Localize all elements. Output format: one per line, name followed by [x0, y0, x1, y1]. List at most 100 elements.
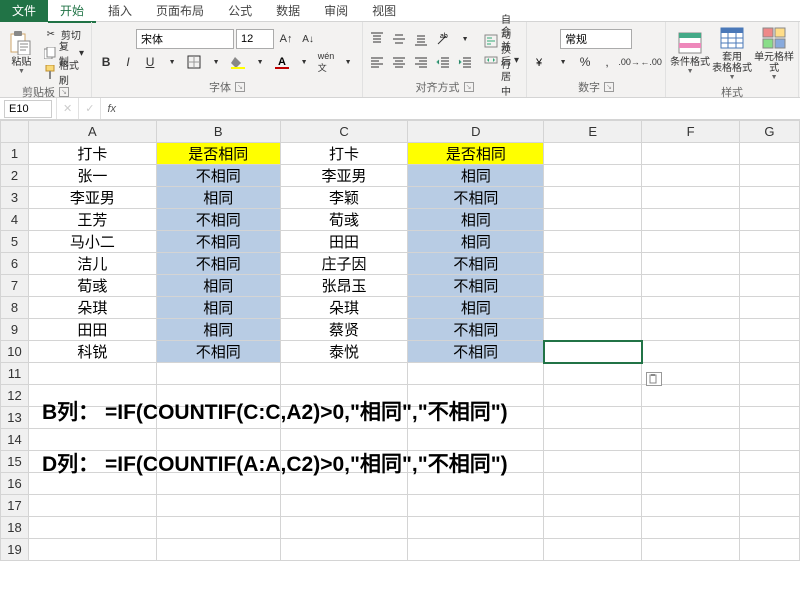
- cell[interactable]: 泰悦: [280, 341, 408, 363]
- cell[interactable]: 是否相同: [408, 143, 544, 165]
- select-all-corner[interactable]: [1, 121, 29, 143]
- cell[interactable]: 不相同: [156, 209, 280, 231]
- cell[interactable]: [280, 517, 408, 539]
- cell[interactable]: [544, 319, 642, 341]
- cell[interactable]: [544, 539, 642, 561]
- cell[interactable]: [642, 473, 740, 495]
- cell[interactable]: [156, 539, 280, 561]
- cell[interactable]: [408, 539, 544, 561]
- cancel-icon[interactable]: ✕: [56, 98, 78, 119]
- column-header[interactable]: G: [739, 121, 799, 143]
- cell[interactable]: 李亚男: [28, 187, 156, 209]
- column-header[interactable]: F: [642, 121, 740, 143]
- cell[interactable]: 洁儿: [28, 253, 156, 275]
- chevron-down-icon[interactable]: ▼: [250, 52, 270, 72]
- row-header[interactable]: 17: [1, 495, 29, 517]
- cell[interactable]: [544, 187, 642, 209]
- chevron-down-icon[interactable]: ▼: [455, 29, 475, 49]
- cell[interactable]: 相同: [408, 297, 544, 319]
- cell[interactable]: [739, 473, 799, 495]
- cell[interactable]: 相同: [156, 187, 280, 209]
- cell[interactable]: 朵琪: [280, 297, 408, 319]
- cell[interactable]: [28, 517, 156, 539]
- merge-center-button[interactable]: 合并后居中▾: [481, 51, 522, 69]
- cell[interactable]: [642, 495, 740, 517]
- row-header[interactable]: 15: [1, 451, 29, 473]
- align-top-icon[interactable]: [367, 29, 387, 49]
- column-header[interactable]: C: [280, 121, 408, 143]
- align-bottom-icon[interactable]: [411, 29, 431, 49]
- cell[interactable]: [739, 165, 799, 187]
- cell[interactable]: [544, 517, 642, 539]
- underline-button[interactable]: U: [140, 52, 160, 72]
- cell[interactable]: [408, 517, 544, 539]
- tab-file[interactable]: 文件: [0, 0, 48, 22]
- tab-0[interactable]: 开始: [48, 1, 96, 23]
- cell[interactable]: 庄子因: [280, 253, 408, 275]
- chevron-down-icon[interactable]: ▼: [206, 52, 226, 72]
- cell[interactable]: [642, 385, 740, 407]
- cell[interactable]: [642, 253, 740, 275]
- column-header[interactable]: D: [408, 121, 544, 143]
- cell[interactable]: [739, 341, 799, 363]
- chevron-down-icon[interactable]: ▼: [294, 52, 314, 72]
- cell[interactable]: [28, 495, 156, 517]
- cell[interactable]: [739, 297, 799, 319]
- row-header[interactable]: 7: [1, 275, 29, 297]
- cell[interactable]: [642, 539, 740, 561]
- cell[interactable]: 不相同: [408, 253, 544, 275]
- align-middle-icon[interactable]: [389, 29, 409, 49]
- cell[interactable]: 不相同: [156, 341, 280, 363]
- cell[interactable]: [642, 341, 740, 363]
- cell[interactable]: 打卡: [280, 143, 408, 165]
- phonetic-button[interactable]: wén文: [316, 52, 336, 72]
- indent-increase-icon[interactable]: [455, 52, 475, 72]
- cell[interactable]: [544, 495, 642, 517]
- tab-1[interactable]: 插入: [96, 1, 144, 21]
- cell[interactable]: [642, 517, 740, 539]
- indent-decrease-icon[interactable]: [433, 52, 453, 72]
- row-header[interactable]: 2: [1, 165, 29, 187]
- cell[interactable]: [642, 209, 740, 231]
- cell[interactable]: [739, 385, 799, 407]
- cell[interactable]: 王芳: [28, 209, 156, 231]
- cell[interactable]: [544, 341, 642, 363]
- cell[interactable]: 不相同: [408, 187, 544, 209]
- cell[interactable]: [280, 363, 408, 385]
- cell[interactable]: 科锐: [28, 341, 156, 363]
- align-left-icon[interactable]: [367, 52, 387, 72]
- cell[interactable]: 马小二: [28, 231, 156, 253]
- font-size-input[interactable]: [236, 29, 274, 49]
- row-header[interactable]: 16: [1, 473, 29, 495]
- chevron-down-icon[interactable]: ▼: [162, 52, 182, 72]
- table-format-button[interactable]: 套用 表格格式▼: [712, 24, 752, 82]
- cell[interactable]: 不相同: [156, 231, 280, 253]
- align-right-icon[interactable]: [411, 52, 431, 72]
- row-header[interactable]: 8: [1, 297, 29, 319]
- cell[interactable]: [642, 165, 740, 187]
- cell[interactable]: [739, 407, 799, 429]
- formula-input[interactable]: [122, 100, 800, 118]
- cell[interactable]: 相同: [408, 209, 544, 231]
- cell[interactable]: [544, 363, 642, 385]
- row-header[interactable]: 13: [1, 407, 29, 429]
- cell[interactable]: 田田: [280, 231, 408, 253]
- cell[interactable]: [544, 209, 642, 231]
- cell[interactable]: [544, 275, 642, 297]
- cell[interactable]: [156, 363, 280, 385]
- cell[interactable]: [544, 297, 642, 319]
- cell[interactable]: [642, 407, 740, 429]
- paste-button[interactable]: 粘贴 ▼: [4, 24, 39, 82]
- cell[interactable]: [739, 231, 799, 253]
- cell[interactable]: [739, 275, 799, 297]
- border-button[interactable]: [184, 52, 204, 72]
- cell[interactable]: [739, 495, 799, 517]
- cell[interactable]: 不相同: [408, 275, 544, 297]
- cell[interactable]: [739, 187, 799, 209]
- row-header[interactable]: 11: [1, 363, 29, 385]
- cell[interactable]: [544, 429, 642, 451]
- cell[interactable]: [280, 495, 408, 517]
- orientation-icon[interactable]: ab: [433, 29, 453, 49]
- fill-color-button[interactable]: [228, 52, 248, 72]
- comma-icon[interactable]: ,: [597, 52, 617, 72]
